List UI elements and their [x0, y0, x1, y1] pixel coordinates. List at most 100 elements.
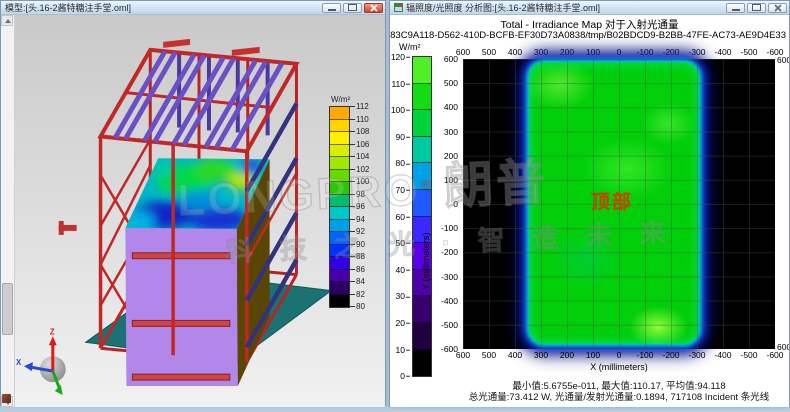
axis-tick-label: 300	[534, 351, 548, 360]
axis-tick-label: 100	[586, 351, 600, 360]
colorbar-segment	[330, 107, 349, 120]
colorbar-tick-label: 20	[396, 319, 410, 328]
colorbar-tick-label: 90	[350, 241, 365, 249]
colorbar-tick-label: 84	[350, 278, 365, 286]
scroll-up-icon[interactable]	[1, 15, 13, 26]
triad-z-label: Z	[50, 327, 55, 336]
model-viewport[interactable]: Z X W/m² 1121101081061041021009896949290…	[15, 15, 385, 407]
model-tree-scrollbar[interactable]	[1, 15, 15, 407]
colorbar-segment	[330, 182, 349, 195]
colorbar-segment	[413, 137, 431, 164]
box-handle-bar	[132, 253, 229, 259]
colorbar-segment	[330, 207, 349, 220]
window-controls	[726, 3, 787, 13]
colorbar-segment	[330, 157, 349, 170]
map-frame: 6005004003002001000-100-200-300-400-500-…	[463, 59, 775, 349]
stats-line-2: 总光通量:73.412 W, 光通量/发射光通量:0.1894, 717108 …	[463, 393, 775, 404]
axis-tick-label: -400	[714, 351, 731, 360]
triad-x-label: X	[16, 358, 22, 367]
colorbar-tick-label: 106	[350, 141, 369, 149]
axis-tick-label: 0	[617, 48, 622, 57]
axis-tick-label: 300	[444, 127, 458, 136]
chart-source-path: ers/Data/Application/83C9A118-D562-410D-…	[390, 30, 786, 41]
colorbar-tick-label: 108	[350, 128, 369, 136]
x-axis-ticks-bottom: 6005004003002001000-100-200-300-400-500-…	[463, 351, 775, 361]
x-axis-ticks-top: 6005004003002001000-100-200-300-400-500-…	[463, 48, 775, 58]
maximize-button[interactable]	[343, 3, 362, 13]
top-clamp-tab	[163, 39, 190, 48]
colorbar-segment	[330, 282, 349, 295]
axis-tick-label: 400	[508, 351, 522, 360]
colorbar-segment	[413, 190, 431, 217]
door-handle	[59, 221, 77, 235]
close-button[interactable]	[364, 3, 383, 13]
irradiance-map-window: 辐照度/光照度 分析图:[头.16-2酱特糖注手堂.oml] Total - I…	[389, 0, 790, 407]
minimize-button[interactable]	[726, 3, 745, 13]
model-window-titlebar[interactable]: 模型:[头.16-2酱特糖注手堂.oml]	[1, 1, 385, 15]
colorbar-segment	[413, 350, 431, 377]
analysis-window-icon	[394, 3, 403, 12]
colorbar-segment	[330, 132, 349, 145]
scrollbar-thumb[interactable]	[2, 283, 13, 335]
irradiance-window-title: 辐照度/光照度 分析图:[头.16-2酱特糖注手堂.oml]	[406, 1, 722, 14]
irradiance-map[interactable]: 顶部	[463, 59, 775, 349]
colorbar-tick-label: 120	[391, 53, 410, 62]
map-statistics: 最小值:5.6755e-011, 最大值:110.17, 平均值:94.118 …	[463, 382, 775, 403]
right-edge-label-top: 600	[777, 56, 789, 65]
map-annotation: 顶部	[591, 187, 633, 214]
axis-tick-label: 500	[482, 48, 496, 57]
colorbar-segment	[330, 195, 349, 208]
colorbar-tick-label: 98	[350, 191, 365, 199]
irradiance-legend: W/m² 11211010810610410210098969492908886…	[329, 95, 385, 308]
y-axis-ticks: 6005004003002001000-100-200-300-400-500-…	[435, 59, 460, 349]
orientation-triad: Z X	[16, 327, 66, 395]
maximize-icon	[348, 4, 357, 11]
axis-tick-label: -500	[740, 48, 757, 57]
colorbar-tick-label: 88	[350, 253, 365, 261]
irradiance-map-panel: Total - Irradiance Map 对于入射光通量 ers/Data/…	[390, 15, 789, 407]
minimize-button[interactable]	[322, 3, 341, 13]
chart-unit: W/m²	[399, 42, 421, 52]
colorbar-tick-label: 112	[350, 103, 369, 111]
colorbar-segment	[413, 323, 431, 350]
axis-tick-label: 100	[586, 48, 600, 57]
axis-tick-label: -300	[688, 351, 705, 360]
colorbar-segment	[330, 220, 349, 233]
axis-tick-label: 600	[456, 351, 470, 360]
axis-tick-label: -400	[714, 48, 731, 57]
colorbar-tick-label: 104	[350, 153, 369, 161]
colorbar-tick-label: 70	[396, 186, 410, 195]
close-button[interactable]	[768, 3, 787, 13]
axis-tick-label: -100	[441, 224, 458, 233]
colorbar-tick-label: 110	[391, 79, 410, 88]
axis-tick-label: -600	[766, 351, 783, 360]
model-window: 模型:[头.16-2酱特糖注手堂.oml]	[0, 0, 386, 406]
colorbar-segment	[413, 296, 431, 323]
desktop: { "desktop": {"background": "#b7cde3"}, …	[0, 0, 790, 412]
window-controls	[322, 3, 383, 13]
colorbar-tick-label: 30	[396, 292, 410, 301]
colorbar-segment	[330, 145, 349, 158]
axis-tick-label: 0	[453, 200, 458, 209]
colorbar-segment	[330, 295, 349, 308]
colorbar-colors	[412, 56, 432, 377]
colorbar-segment	[413, 163, 431, 190]
axis-tick-label: 0	[617, 351, 622, 360]
restore-button[interactable]	[747, 3, 766, 13]
model-window-title: 模型:[头.16-2酱特糖注手堂.oml]	[5, 1, 318, 14]
axis-tick-label: -200	[662, 48, 679, 57]
colorbar-tick-label: 86	[350, 266, 365, 274]
colorbar-segment	[330, 120, 349, 133]
axis-tick-label: -200	[441, 248, 458, 257]
box-handle-bar	[132, 374, 229, 380]
axis-tick-label: 600	[444, 55, 458, 64]
axis-tick-label: -100	[636, 48, 653, 57]
axis-tick-label: 200	[560, 48, 574, 57]
colorbar-tick-label: 80	[350, 303, 365, 311]
close-icon	[369, 4, 379, 12]
colorbar-tick-label: 50	[396, 239, 410, 248]
axis-tick-label: 200	[444, 151, 458, 160]
irradiance-window-titlebar[interactable]: 辐照度/光照度 分析图:[头.16-2酱特糖注手堂.oml]	[390, 1, 789, 15]
colorbar-segment	[330, 257, 349, 270]
axis-tick-label: -300	[688, 48, 705, 57]
